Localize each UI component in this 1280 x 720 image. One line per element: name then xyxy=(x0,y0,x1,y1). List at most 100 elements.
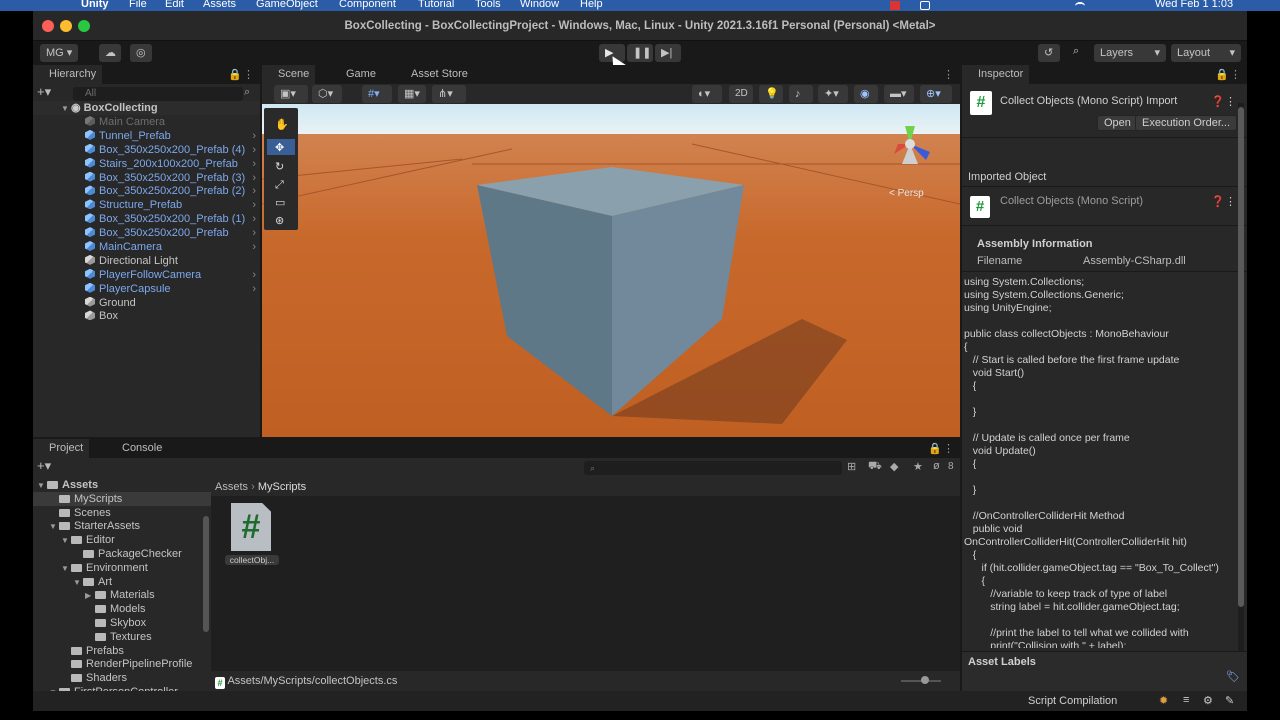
tab-console[interactable]: Console xyxy=(106,439,168,458)
kebab-menu-icon[interactable]: ⋮ xyxy=(1230,68,1241,81)
hierarchy-row[interactable]: Directional Light xyxy=(33,254,260,268)
expand-arrow-icon[interactable]: ▼ xyxy=(61,102,71,116)
lighting-icon[interactable]: 💡 xyxy=(759,85,783,103)
menu-help[interactable]: Help xyxy=(580,0,603,10)
folder-tree-item[interactable]: Prefabs xyxy=(33,644,211,658)
tab-game[interactable]: Game xyxy=(330,65,382,84)
kebab-menu-icon[interactable]: ⋮ xyxy=(243,68,254,81)
folder-tree-item[interactable]: ▼ StarterAssets xyxy=(33,519,211,533)
step-button[interactable]: ▶| xyxy=(655,44,681,62)
prefab-open-chevron-icon[interactable]: › xyxy=(252,282,256,296)
shading-icon[interactable]: ◐▾ xyxy=(692,85,722,103)
gizmos-icon[interactable]: ⊕▾ xyxy=(920,85,952,103)
history-icon[interactable]: ↺ xyxy=(1038,44,1060,62)
prefab-open-chevron-icon[interactable]: › xyxy=(252,198,256,212)
persp-label[interactable]: < Persp xyxy=(889,188,924,199)
layout-dropdown[interactable]: Layout ▾ xyxy=(1171,44,1241,62)
folder-expand-arrow-icon[interactable]: ▼ xyxy=(49,520,59,534)
tab-inspector[interactable]: Inspector xyxy=(962,65,1030,84)
menu-window[interactable]: Window xyxy=(520,0,559,10)
kebab-menu-icon[interactable]: ⋮ xyxy=(943,68,954,81)
rotate-tool-icon[interactable]: ↻ xyxy=(275,161,284,173)
grid-icon[interactable]: ▦▾ xyxy=(398,85,426,103)
scene-viewport[interactable]: ✋ ✥ ↻ ⤢ ▭ ⊛ < Persp xyxy=(262,104,960,437)
execution-order-button[interactable]: Execution Order... xyxy=(1135,115,1238,131)
folder-expand-arrow-icon[interactable]: ▼ xyxy=(73,576,83,590)
hierarchy-row[interactable]: Ground xyxy=(33,296,260,310)
scrollbar-thumb[interactable] xyxy=(1238,107,1244,607)
tab-scene[interactable]: Scene xyxy=(262,65,316,84)
asset-filename[interactable]: collectObj... xyxy=(225,555,279,565)
folder-tree-item[interactable]: ▼ Editor xyxy=(33,533,211,547)
search-icon[interactable]: ⌕ xyxy=(1073,45,1079,58)
folder-tree-item[interactable]: ▶ Materials xyxy=(33,588,211,602)
add-icon[interactable]: +▾ xyxy=(37,84,51,100)
folder-tree-item[interactable]: PackageChecker xyxy=(33,547,211,561)
tag-icon[interactable]: 🏷 xyxy=(1226,670,1240,683)
menu-tools[interactable]: Tools xyxy=(475,0,501,10)
2d-toggle-button[interactable]: 2D xyxy=(729,85,753,103)
hierarchy-row[interactable]: Stairs_200x100x200_Prefab › xyxy=(33,157,260,171)
audio-icon[interactable]: ♪ xyxy=(789,85,813,103)
hierarchy-row[interactable]: Main Camera xyxy=(33,115,260,129)
prefab-open-chevron-icon[interactable]: › xyxy=(252,143,256,157)
prefab-open-chevron-icon[interactable]: › xyxy=(252,129,256,143)
hand-tool-icon[interactable]: ✋ xyxy=(275,118,289,131)
hierarchy-row[interactable]: Box_350x250x200_Prefab (3) › xyxy=(33,171,260,185)
tab-asset-store[interactable]: Asset Store xyxy=(395,65,474,84)
prefab-open-chevron-icon[interactable]: › xyxy=(252,226,256,240)
inspector-scrollbar[interactable] xyxy=(1238,103,1244,651)
breadcrumb-assets[interactable]: Assets xyxy=(215,481,248,493)
folder-expand-arrow-icon[interactable]: ▼ xyxy=(61,534,71,548)
menu-tutorial[interactable]: Tutorial xyxy=(418,0,454,10)
prefab-open-chevron-icon[interactable]: › xyxy=(252,268,256,282)
add-asset-icon[interactable]: +▾ xyxy=(37,458,51,474)
folder-tree-item[interactable]: Models xyxy=(33,602,211,616)
open-button[interactable]: Open xyxy=(1097,115,1138,131)
search-filter-icon[interactable]: ⌕ xyxy=(244,86,250,99)
search-by-type-icon[interactable]: ⊞ xyxy=(847,460,856,473)
collab-icon[interactable]: ◎ xyxy=(130,44,152,62)
render-mode-icon[interactable]: ⬡▾ xyxy=(312,85,342,103)
prefab-open-chevron-icon[interactable]: › xyxy=(252,157,256,171)
hierarchy-row[interactable]: Structure_Prefab › xyxy=(33,198,260,212)
grid-snap-icon[interactable]: #▾ xyxy=(362,85,392,103)
rect-tool-icon[interactable]: ▭ xyxy=(275,197,285,209)
star-icon[interactable]: ★ xyxy=(913,460,923,473)
hierarchy-row[interactable]: Box xyxy=(33,309,260,323)
menu-assets[interactable]: Assets xyxy=(203,0,236,10)
camera-icon[interactable]: ▬▾ xyxy=(884,85,914,103)
recording-icon[interactable] xyxy=(890,1,900,10)
effects-icon[interactable]: ✦▾ xyxy=(818,85,848,103)
cache-icon[interactable]: ⚙ xyxy=(1203,694,1213,707)
folder-tree-item[interactable]: Shaders xyxy=(33,671,211,685)
folder-tree-item[interactable]: ▼ Environment xyxy=(33,561,211,575)
menu-gameobject[interactable]: GameObject xyxy=(256,0,318,10)
pause-button[interactable]: ❚❚ xyxy=(627,44,653,62)
status-icon[interactable] xyxy=(920,1,930,10)
tree-scrollbar[interactable] xyxy=(203,516,209,632)
debug-icon[interactable]: ✎ xyxy=(1225,694,1234,707)
cloud-icon[interactable]: ☁ xyxy=(99,44,121,62)
hierarchy-row[interactable]: Box_350x250x200_Prefab › xyxy=(33,226,260,240)
kebab-menu-icon[interactable]: ⋮ xyxy=(943,442,954,455)
folder-tree-item[interactable]: ▼ Art xyxy=(33,575,211,589)
settings-kebab-icon[interactable]: ⋮ xyxy=(1225,95,1236,108)
prefab-open-chevron-icon[interactable]: › xyxy=(252,240,256,254)
lock-icon[interactable]: 🔒 xyxy=(928,442,942,455)
hierarchy-search-input[interactable]: All xyxy=(73,87,243,101)
hierarchy-row[interactable]: PlayerFollowCamera › xyxy=(33,268,260,282)
help-icon[interactable]: ❓ xyxy=(1211,95,1225,108)
hierarchy-row[interactable]: Box_350x250x200_Prefab (2) › xyxy=(33,184,260,198)
search-by-label-icon[interactable]: ⛟ xyxy=(868,460,882,474)
help-icon[interactable]: ❓ xyxy=(1211,195,1225,208)
hierarchy-row[interactable]: PlayerCapsule › xyxy=(33,282,260,296)
prefab-open-chevron-icon[interactable]: › xyxy=(252,212,256,226)
lock-icon[interactable]: 🔒 xyxy=(1215,68,1229,81)
transform-tool-icon[interactable]: ⊛ xyxy=(275,215,284,227)
draw-mode-icon[interactable]: ▣▾ xyxy=(274,85,308,103)
scene-root-row[interactable]: ▼ ◉ BoxCollecting xyxy=(33,101,260,115)
hierarchy-row[interactable]: MainCamera › xyxy=(33,240,260,254)
hierarchy-row[interactable]: Tunnel_Prefab › xyxy=(33,129,260,143)
project-search-input[interactable]: ⌕ xyxy=(584,461,842,475)
